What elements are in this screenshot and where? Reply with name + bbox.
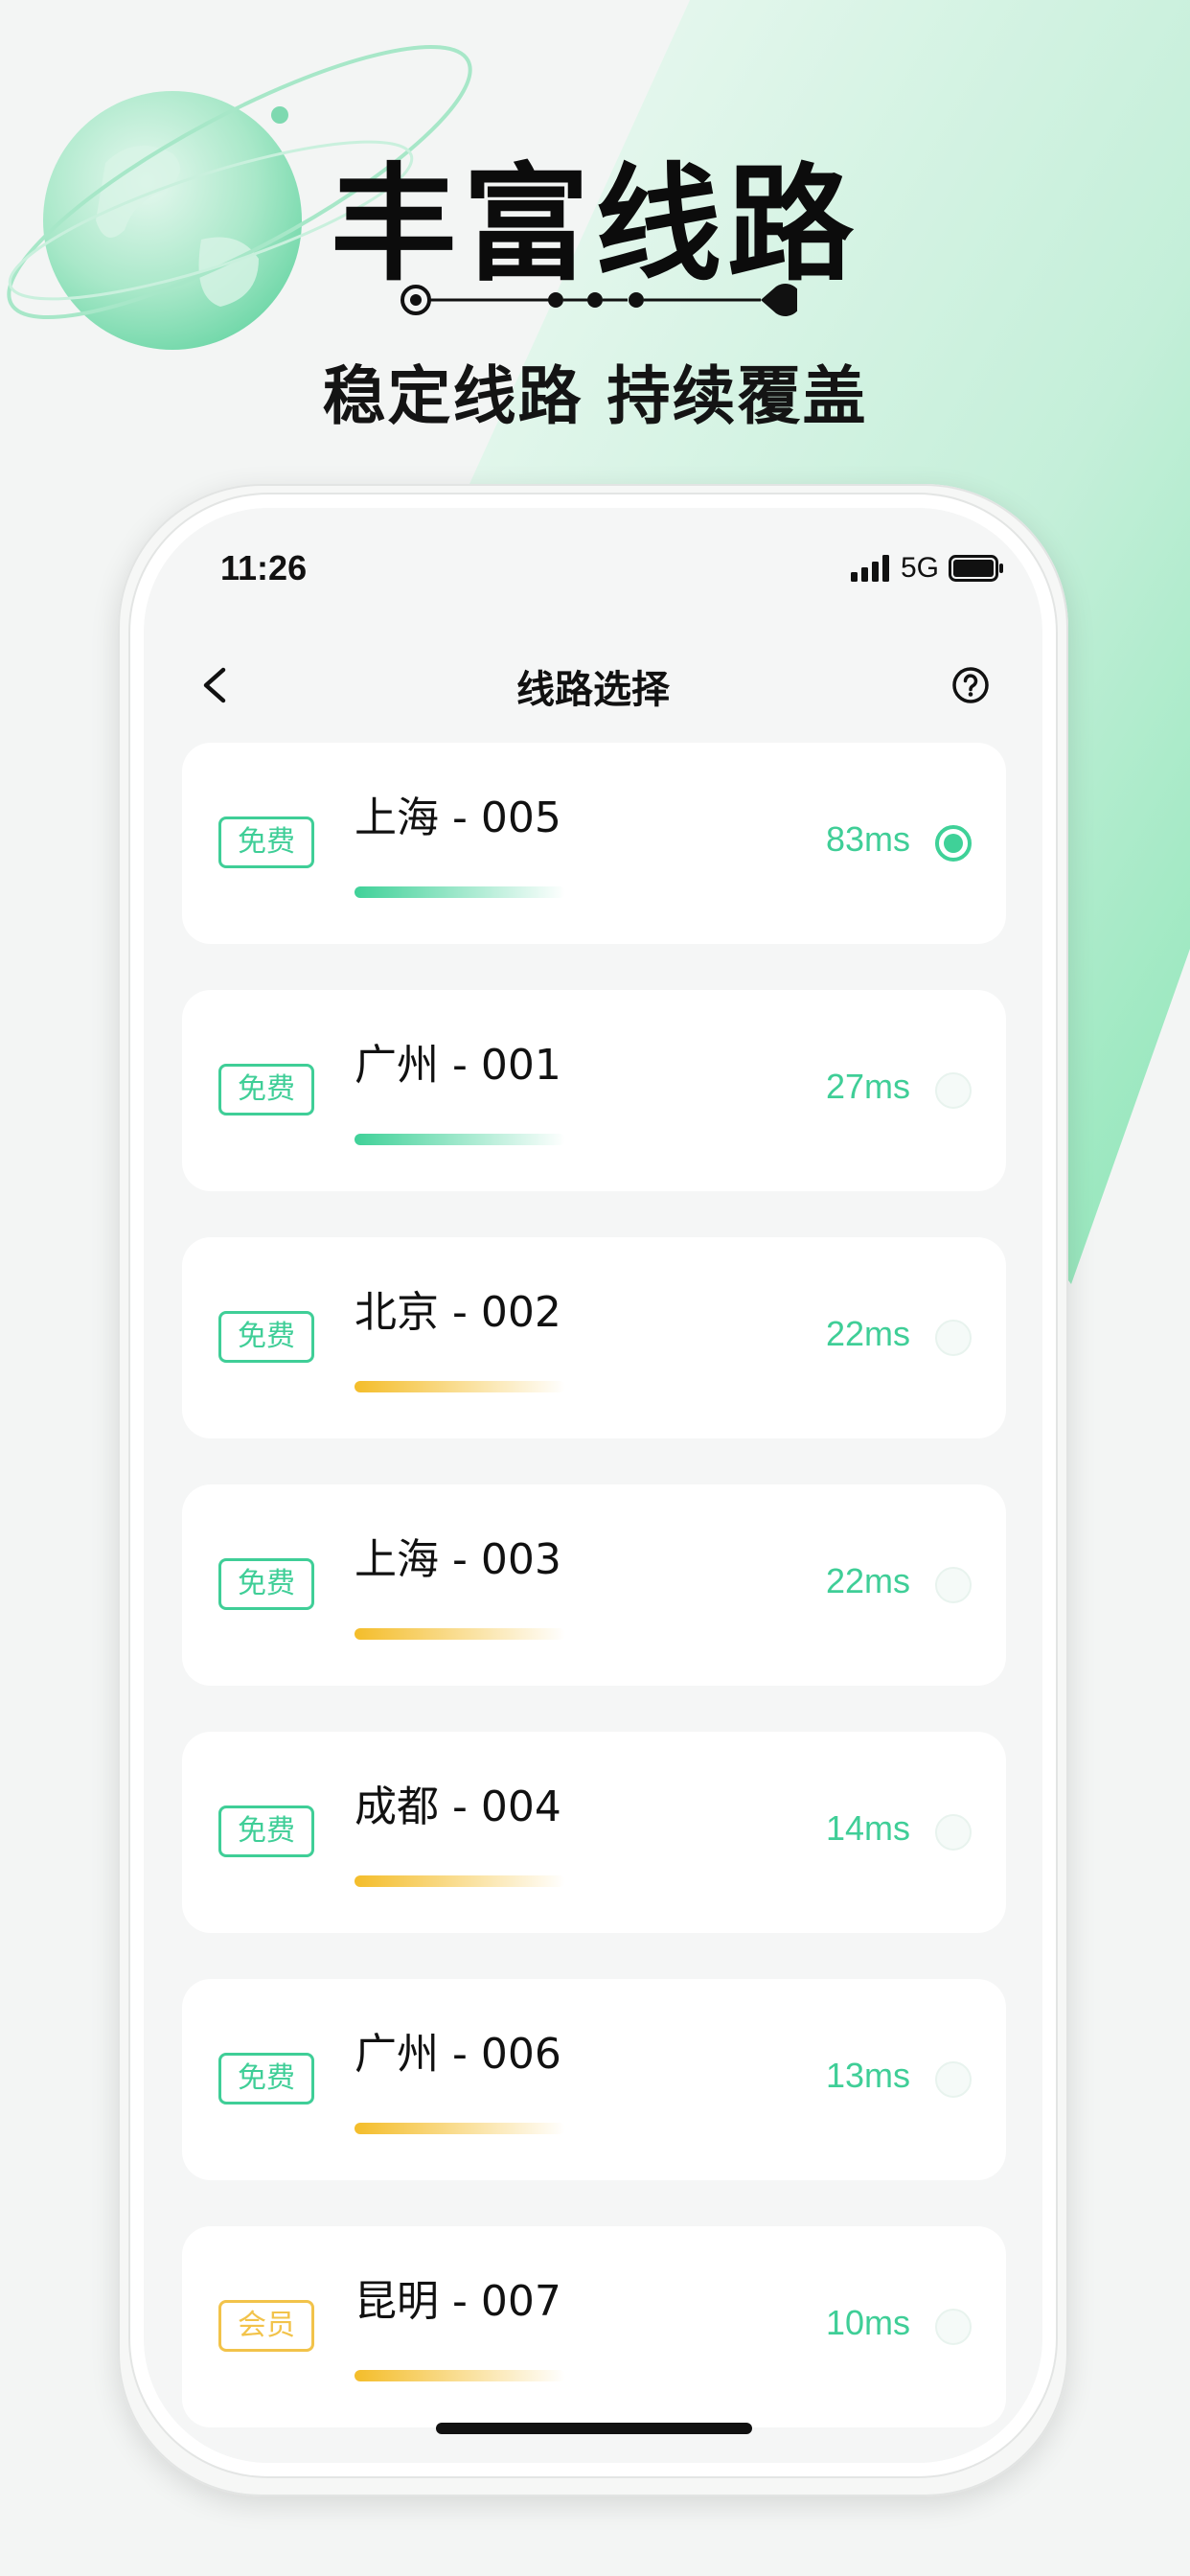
help-icon[interactable] xyxy=(951,666,990,704)
route-tag: 免费 xyxy=(218,1806,314,1857)
route-tag: 免费 xyxy=(218,1311,314,1363)
route-card-4[interactable]: 免费 成都 - 004 14ms xyxy=(182,1732,1006,1933)
route-latency: 22ms xyxy=(825,1314,910,1353)
route-card-6[interactable]: 会员 昆明 - 007 10ms xyxy=(182,2226,1006,2427)
battery-icon xyxy=(949,555,1003,582)
route-name: 昆明 - 007 xyxy=(355,2277,561,2326)
route-tag: 免费 xyxy=(218,2053,314,2104)
route-radio-selected[interactable] xyxy=(935,825,972,862)
route-quality-bar xyxy=(355,2370,565,2381)
network-label: 5G xyxy=(900,552,939,584)
route-radio[interactable] xyxy=(935,2309,972,2345)
route-card-2[interactable]: 免费 北京 - 002 22ms xyxy=(182,1237,1006,1438)
route-radio[interactable] xyxy=(935,1567,972,1603)
route-latency: 27ms xyxy=(825,1067,910,1106)
route-card-5[interactable]: 免费 广州 - 006 13ms xyxy=(182,1979,1006,2180)
route-name: 广州 - 001 xyxy=(355,1041,561,1090)
route-tag: 免费 xyxy=(218,816,314,868)
route-latency: 14ms xyxy=(825,1808,910,1848)
route-quality-bar xyxy=(355,1134,565,1145)
route-name: 广州 - 006 xyxy=(355,2030,561,2079)
route-radio[interactable] xyxy=(935,1320,972,1356)
route-card-1[interactable]: 免费 广州 - 001 27ms xyxy=(182,990,1006,1191)
route-name: 上海 - 005 xyxy=(355,794,561,842)
route-quality-bar xyxy=(355,2123,565,2134)
route-name: 上海 - 003 xyxy=(355,1535,561,1584)
route-latency: 10ms xyxy=(825,2303,910,2342)
route-radio[interactable] xyxy=(935,1072,972,1109)
phone-screen: 11:26 5G 线路选择 免费 上海 - 005 83ms 免费 广州 - 0… xyxy=(144,508,1042,2463)
route-radio[interactable] xyxy=(935,2061,972,2098)
decorative-divider xyxy=(400,284,797,316)
route-quality-bar xyxy=(355,886,565,898)
home-indicator[interactable] xyxy=(436,2423,752,2434)
route-quality-bar xyxy=(355,1875,565,1887)
route-quality-bar xyxy=(355,1628,565,1640)
navigation-bar: 线路选择 xyxy=(144,647,1042,724)
route-latency: 83ms xyxy=(825,819,910,859)
route-tag: 免费 xyxy=(218,1558,314,1610)
route-latency: 22ms xyxy=(825,1561,910,1600)
route-name: 成都 - 004 xyxy=(355,1782,561,1831)
route-card-0[interactable]: 免费 上海 - 005 83ms xyxy=(182,743,1006,944)
signal-icon xyxy=(850,555,889,582)
route-latency: 13ms xyxy=(825,2056,910,2095)
route-quality-bar xyxy=(355,1381,565,1392)
status-icons: 5G xyxy=(850,552,1004,585)
promo-headline: 丰富线路 xyxy=(331,151,859,299)
route-name: 北京 - 002 xyxy=(355,1288,561,1337)
route-card-3[interactable]: 免费 上海 - 003 22ms xyxy=(182,1484,1006,1686)
status-time: 11:26 xyxy=(220,548,308,587)
promo-subline: 稳定线路 持续覆盖 xyxy=(322,359,868,433)
route-tag: 会员 xyxy=(218,2300,314,2352)
route-radio[interactable] xyxy=(935,1814,972,1851)
route-tag: 免费 xyxy=(218,1064,314,1116)
page-title: 线路选择 xyxy=(516,668,670,712)
